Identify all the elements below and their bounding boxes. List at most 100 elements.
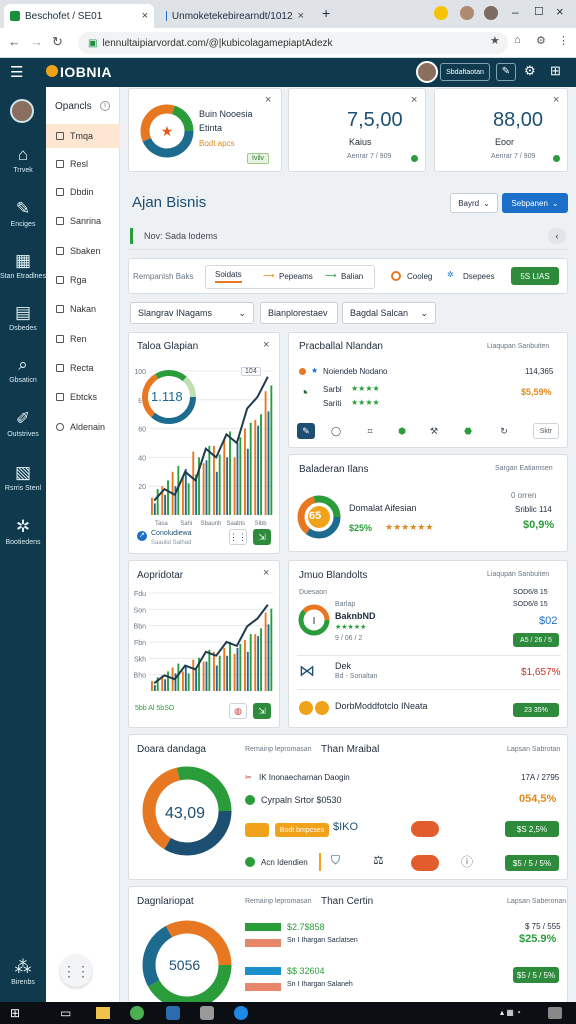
forward-icon[interactable]: → bbox=[30, 34, 43, 49]
menu-item-1[interactable]: Tmqa bbox=[46, 124, 120, 148]
filter-dropdown-2[interactable]: Bianplorestaev bbox=[260, 302, 338, 324]
tools-icon[interactable]: ✎ bbox=[496, 63, 516, 81]
row-action-button[interactable]: $5 / 5 / 5% bbox=[513, 967, 559, 983]
tool-icon[interactable]: ⚒ bbox=[425, 423, 443, 439]
more-button[interactable]: Sktr bbox=[533, 423, 559, 439]
menu-item-2[interactable]: Resl bbox=[46, 152, 120, 176]
tab-balian[interactable]: Balian bbox=[341, 272, 363, 281]
notification-icon[interactable] bbox=[548, 1007, 562, 1019]
badge-icon[interactable]: ⬣ bbox=[459, 423, 477, 439]
sort-dropdown[interactable]: Bayrd ⌄ bbox=[450, 193, 498, 213]
back-icon[interactable]: ← bbox=[8, 34, 21, 49]
tab-soidats[interactable]: Soidats bbox=[215, 270, 242, 283]
close-icon[interactable]: × bbox=[265, 94, 271, 106]
user-menu-button[interactable]: Sbdaftaotan bbox=[440, 63, 490, 81]
rail-item-3[interactable]: ▦ Stan Etradlnes bbox=[0, 251, 46, 280]
close-icon[interactable]: × bbox=[411, 94, 417, 106]
key-icon[interactable]: ✎ bbox=[297, 423, 315, 439]
info-icon[interactable]: ⓘ bbox=[461, 853, 473, 870]
toolbar-item[interactable]: Cooleg bbox=[407, 272, 432, 281]
window-close-icon[interactable]: × bbox=[556, 4, 564, 19]
avatar[interactable] bbox=[416, 61, 438, 83]
rail-item-2[interactable]: ✎ Enciges bbox=[0, 199, 46, 228]
browser-tab-1[interactable]: Beschofet / SE01 × bbox=[4, 4, 154, 28]
minimize-icon[interactable]: – bbox=[512, 5, 519, 19]
menu-item-6[interactable]: Rga bbox=[46, 268, 120, 292]
avatar[interactable] bbox=[484, 6, 498, 20]
chevron-left-icon[interactable]: ‹ bbox=[548, 228, 566, 244]
folder-icon[interactable] bbox=[96, 1007, 110, 1019]
task-view-icon[interactable]: ▭ bbox=[60, 1006, 71, 1020]
info-icon[interactable]: i bbox=[100, 101, 110, 111]
row-action-button[interactable]: A5 / 26 / 5 bbox=[513, 633, 559, 647]
rail-item-8[interactable]: ✲ Bootiedens bbox=[0, 517, 46, 546]
menu-item-4[interactable]: Sanrina bbox=[46, 209, 120, 233]
app-logo[interactable]: IOBNIA bbox=[60, 64, 112, 80]
row-action-button[interactable]: $S 2,5% bbox=[505, 821, 559, 837]
row-action-button[interactable]: 23 35% bbox=[513, 703, 559, 717]
filter-dropdown-3[interactable]: Bagdal Salcan ⌄ bbox=[342, 302, 436, 324]
close-icon[interactable]: × bbox=[553, 94, 559, 106]
grid-icon[interactable]: ⋮⋮ bbox=[229, 529, 247, 545]
bookmark-star-icon[interactable]: ★ bbox=[490, 34, 500, 47]
tag-button[interactable]: Bodt bmpcses bbox=[275, 823, 329, 837]
url-input[interactable]: ▣ lennultaipiarvordat.com/@|kubicolagame… bbox=[78, 32, 508, 54]
app-icon[interactable] bbox=[200, 1006, 214, 1020]
app-icon[interactable] bbox=[166, 1006, 180, 1020]
start-icon[interactable]: ⊞ bbox=[10, 1006, 20, 1020]
tag-icon[interactable]: ⌗ bbox=[361, 423, 379, 439]
extension-icon[interactable] bbox=[434, 6, 448, 20]
maximize-icon[interactable]: ☐ bbox=[534, 5, 544, 18]
tray-icon[interactable]: ▴ ▦ ◔ bbox=[500, 1008, 521, 1017]
menu-item-11[interactable]: Aldenain bbox=[46, 415, 120, 439]
close-icon[interactable]: × bbox=[263, 567, 269, 579]
rail-item-4[interactable]: ▤ Dsbedes bbox=[0, 303, 46, 332]
close-icon[interactable]: × bbox=[142, 10, 148, 22]
extensions-icon[interactable]: ⚙ bbox=[536, 34, 546, 47]
close-icon[interactable]: × bbox=[263, 339, 269, 351]
menu-item-8[interactable]: Ren bbox=[46, 327, 120, 351]
refresh-icon[interactable]: ↻ bbox=[495, 423, 513, 439]
hamburger-icon[interactable]: ☰ bbox=[10, 63, 23, 81]
export-icon[interactable]: ⇲ bbox=[253, 703, 271, 719]
edit-icon: ✎ bbox=[15, 199, 31, 218]
shield-icon[interactable]: ⬢ bbox=[393, 423, 411, 439]
apps-grid-icon[interactable]: ⊞ bbox=[550, 63, 561, 79]
reload-icon[interactable]: ↻ bbox=[52, 34, 63, 50]
toolbar-item[interactable]: Dsepees bbox=[463, 272, 495, 281]
primary-action-button[interactable]: Sebpanen ⌄ bbox=[502, 193, 568, 213]
new-tab-icon[interactable]: + bbox=[322, 5, 330, 21]
apps-grid-icon[interactable]: ⋮⋮ bbox=[60, 955, 92, 987]
menu-item-9[interactable]: Recta bbox=[46, 356, 120, 380]
home-icon[interactable]: ⌂ bbox=[514, 34, 521, 46]
rail-item-9[interactable]: ⁂ Birenbs bbox=[0, 957, 46, 986]
rail-item-5[interactable]: ⌕ Gbsaticn bbox=[0, 355, 46, 384]
rail-item-1[interactable]: ⌂ Trrvek bbox=[0, 145, 46, 174]
toggle-icon[interactable] bbox=[411, 855, 439, 871]
tab-pepeams[interactable]: Pepeams bbox=[279, 272, 313, 281]
avatar[interactable] bbox=[460, 6, 474, 20]
toggle-icon[interactable] bbox=[411, 821, 439, 837]
rail-item-6[interactable]: ✐ Outstrives bbox=[0, 409, 46, 438]
rail-item-7[interactable]: ▧ Rsrris Stenl bbox=[0, 463, 46, 492]
browser-icon[interactable] bbox=[130, 1006, 144, 1020]
checkbox-icon bbox=[56, 393, 64, 401]
app-icon[interactable] bbox=[234, 1006, 248, 1020]
row-action-button[interactable]: $5 / 5 / 5% bbox=[505, 855, 559, 871]
avatar[interactable] bbox=[10, 99, 34, 123]
stop-icon[interactable]: ◍ bbox=[229, 703, 247, 719]
menu-item-7[interactable]: Nakan bbox=[46, 297, 120, 321]
menu-item-3[interactable]: Dbdin bbox=[46, 180, 120, 204]
browser-tab-2[interactable]: Unmoketekebirearndt/1012 × bbox=[160, 4, 310, 28]
scale-icon[interactable]: ⚖ bbox=[373, 853, 384, 867]
menu-item-5[interactable]: Sbaken bbox=[46, 239, 120, 263]
shield-icon[interactable]: ⛉ bbox=[331, 853, 340, 868]
gear-icon[interactable]: ⚙ bbox=[524, 63, 536, 79]
toolbar-button[interactable]: 5S LIAS bbox=[511, 267, 559, 285]
menu-dots-icon[interactable]: ⋮ bbox=[558, 34, 569, 47]
close-icon[interactable]: × bbox=[298, 10, 304, 22]
export-icon[interactable]: ⇲ bbox=[253, 529, 271, 545]
menu-item-10[interactable]: Ebtcks bbox=[46, 385, 120, 409]
filter-dropdown-1[interactable]: Slangrav INagams ⌄ bbox=[130, 302, 254, 324]
info-icon[interactable]: ◯ bbox=[327, 423, 345, 439]
